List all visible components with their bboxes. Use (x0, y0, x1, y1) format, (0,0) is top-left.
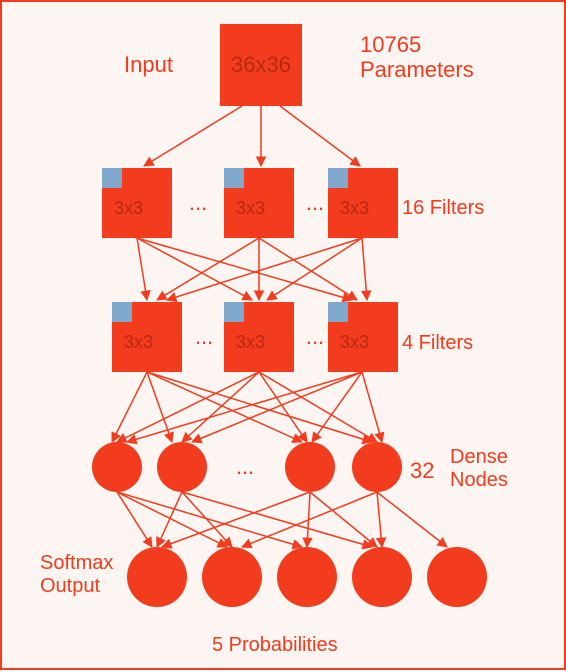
softmax-node-1 (127, 547, 187, 607)
softmax-node-5 (427, 547, 487, 607)
diagram-svg: 36x36 3x3 ... 3x3 ... 3x3 (2, 2, 566, 672)
conv1-dots-1: ... (189, 190, 207, 215)
svg-text:3x3: 3x3 (236, 198, 265, 218)
cnn-architecture-diagram: Input 10765 Parameters 16 Filters 4 Filt… (0, 0, 566, 670)
conv1-box-3: 3x3 (328, 168, 398, 238)
svg-text:3x3: 3x3 (124, 332, 153, 352)
conv2-box-3: 3x3 (328, 302, 398, 372)
svg-text:3x3: 3x3 (340, 198, 369, 218)
conv2-box-1: 3x3 (112, 302, 182, 372)
dense-node-4 (352, 442, 402, 492)
dense-node-3 (285, 442, 335, 492)
dense-node-1 (92, 442, 142, 492)
conv1-dots-2: ... (306, 190, 324, 215)
conv2-dots-1: ... (195, 324, 213, 349)
conv1-box-2: 3x3 (224, 168, 294, 238)
conv2-dots-2: ... (306, 324, 324, 349)
softmax-node-4 (352, 547, 412, 607)
svg-text:3x3: 3x3 (340, 332, 369, 352)
conv1-box-1: 3x3 (102, 168, 172, 238)
input-size-text: 36x36 (231, 52, 291, 77)
softmax-node-3 (277, 547, 337, 607)
input-box: 36x36 (220, 24, 302, 106)
dense-node-2 (157, 442, 207, 492)
conv2-box-2: 3x3 (224, 302, 294, 372)
dense-dots: ... (236, 454, 254, 479)
softmax-node-2 (202, 547, 262, 607)
svg-text:3x3: 3x3 (236, 332, 265, 352)
svg-text:3x3: 3x3 (114, 198, 143, 218)
